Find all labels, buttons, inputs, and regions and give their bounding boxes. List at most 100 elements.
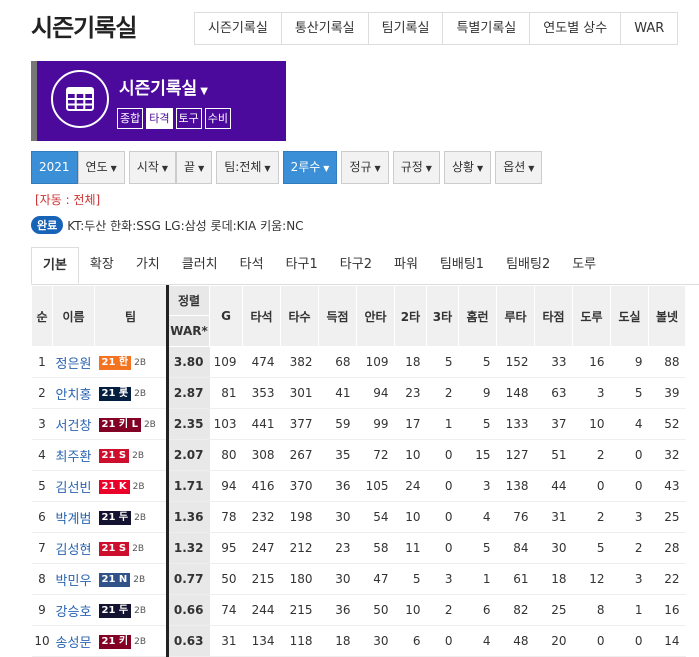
war-cell: 0.66 xyxy=(166,594,210,626)
stat-cell: 9 xyxy=(458,377,497,409)
stat-cell: 59 xyxy=(318,408,357,440)
col-header-hr[interactable]: 홈런 xyxy=(458,285,497,347)
player-name-link[interactable]: 송성문 xyxy=(52,625,95,657)
year-dropdown[interactable]: 연도 ▼ xyxy=(77,151,125,184)
player-name-link[interactable]: 박민우 xyxy=(52,563,95,595)
season-type-dropdown[interactable]: 정규 ▼ xyxy=(341,151,389,184)
category-pitch-button[interactable]: 토구 xyxy=(175,108,202,129)
qualified-dropdown[interactable]: 규정 ▼ xyxy=(392,151,440,184)
stat-cell: 23 xyxy=(318,532,357,564)
player-name-link[interactable]: 김선빈 xyxy=(52,470,95,502)
category-fielding-button[interactable]: 수비 xyxy=(204,108,231,129)
caret-down-icon: ▼ xyxy=(200,86,208,97)
table-row: 4 최주환 21 S 2B 2.07 80 308 267 35 72 10 0 15 127 51 2 0 32 xyxy=(31,439,686,471)
stat-cell: 474 xyxy=(242,346,281,378)
top-tab-career[interactable]: 통산기록실 xyxy=(280,12,368,45)
col-header-rbi[interactable]: 타점 xyxy=(534,285,573,347)
position-label: 2B xyxy=(132,544,145,554)
stat-cell: 28 xyxy=(648,532,686,564)
tab-power[interactable]: 파워 xyxy=(383,247,429,284)
rank-cell: 9 xyxy=(31,594,53,626)
table-icon xyxy=(51,70,109,128)
stat-subtabs: 기본 확장 가치 클러치 타석 타구1 타구2 파워 팀배팅1 팀배팅2 도루 xyxy=(31,247,699,285)
tab-batted-ball-1[interactable]: 타구1 xyxy=(275,247,329,284)
stat-cell: 76 xyxy=(496,501,535,533)
stat-cell: 103 xyxy=(209,408,243,440)
col-header-cs[interactable]: 도실 xyxy=(610,285,649,347)
category-batting-button[interactable]: 타격 xyxy=(146,108,173,129)
col-header-pa[interactable]: 타석 xyxy=(242,285,281,347)
tab-team-batting-1[interactable]: 팀배팅1 xyxy=(429,247,495,284)
stat-cell: 0 xyxy=(426,625,459,657)
top-tab-team[interactable]: 팀기록실 xyxy=(367,12,443,45)
col-header-hits[interactable]: 안타 xyxy=(356,285,395,347)
stat-cell: 3 xyxy=(610,563,649,595)
player-name-link[interactable]: 최주환 xyxy=(52,439,95,471)
position-dropdown[interactable]: 2루수 ▼ xyxy=(282,151,338,184)
war-cell: 0.63 xyxy=(166,625,210,657)
col-header-name[interactable]: 이름 xyxy=(52,285,95,347)
col-header-g[interactable]: G xyxy=(209,285,243,347)
col-header-sb[interactable]: 도루 xyxy=(572,285,611,347)
team-cell: 21 K 2B xyxy=(94,470,168,502)
top-tab-war[interactable]: WAR xyxy=(620,12,679,45)
tab-value[interactable]: 가치 xyxy=(125,247,171,284)
stat-cell: 301 xyxy=(280,377,319,409)
category-total-button[interactable]: 종합 xyxy=(117,108,144,129)
start-dropdown[interactable]: 시작 ▼ xyxy=(128,151,177,184)
sort-header[interactable]: 정렬 xyxy=(166,285,210,316)
year-value-button[interactable]: 2021 xyxy=(31,151,78,184)
top-tab-yearly-constants[interactable]: 연도별 상수 xyxy=(529,12,621,45)
stat-cell: 82 xyxy=(496,594,535,626)
player-name-link[interactable]: 서건창 xyxy=(52,408,95,440)
banner-dropdown[interactable]: 시즌기록실 ▼ xyxy=(119,74,208,99)
stat-cell: 148 xyxy=(496,377,535,409)
player-name-link[interactable]: 안치홍 xyxy=(52,377,95,409)
top-tab-special[interactable]: 특별기록실 xyxy=(442,12,530,45)
war-cell: 1.32 xyxy=(166,532,210,564)
stat-cell: 47 xyxy=(356,563,395,595)
player-name-link[interactable]: 정은원 xyxy=(52,346,95,378)
col-header-2b[interactable]: 2타 xyxy=(394,285,427,347)
tab-basic[interactable]: 기본 xyxy=(31,247,79,284)
player-name-link[interactable]: 김성현 xyxy=(52,532,95,564)
stat-cell: 14 xyxy=(648,625,686,657)
end-dropdown[interactable]: 끝 ▼ xyxy=(176,151,213,184)
rank-cell: 5 xyxy=(31,470,53,502)
col-header-runs[interactable]: 득점 xyxy=(318,285,357,347)
tab-plate-appearance[interactable]: 타석 xyxy=(229,247,275,284)
stat-cell: 382 xyxy=(280,346,319,378)
stat-cell: 2 xyxy=(572,501,611,533)
position-label: 2B xyxy=(132,482,145,492)
col-header-ab[interactable]: 타수 xyxy=(280,285,319,347)
stat-cell: 4 xyxy=(610,408,649,440)
stat-cell: 25 xyxy=(648,501,686,533)
situation-dropdown[interactable]: 상황 ▼ xyxy=(443,151,492,184)
team-badge: 21 S xyxy=(98,449,130,463)
tab-extended[interactable]: 확장 xyxy=(79,247,125,284)
col-header-rank[interactable]: 순 xyxy=(31,285,53,347)
col-header-team[interactable]: 팀 xyxy=(94,285,168,347)
player-name-link[interactable]: 박계범 xyxy=(52,501,95,533)
col-header-bb[interactable]: 볼넷 xyxy=(648,285,686,347)
position-label: 2B xyxy=(134,358,147,368)
col-header-tb[interactable]: 루타 xyxy=(496,285,535,347)
col-header-war[interactable]: WAR* xyxy=(166,315,210,347)
position-dropdown-label: 2루수 xyxy=(290,160,321,174)
table-row: 5 김선빈 21 K 2B 1.71 94 416 370 36 105 24 0 3 138 44 0 0 43 xyxy=(31,470,686,502)
caret-down-icon: ▼ xyxy=(264,164,271,173)
team-dropdown[interactable]: 팀:전체 ▼ xyxy=(216,151,279,184)
tab-stolen-base[interactable]: 도루 xyxy=(561,247,607,284)
stat-cell: 18 xyxy=(394,346,427,378)
caret-down-icon: ▼ xyxy=(425,164,432,173)
banner-category-buttons: 종합 타격 토구 수비 xyxy=(117,108,231,129)
options-dropdown[interactable]: 옵션 ▼ xyxy=(495,151,543,184)
caret-down-icon: ▼ xyxy=(110,164,117,173)
top-tab-season[interactable]: 시즌기록실 xyxy=(194,12,281,45)
tab-team-batting-2[interactable]: 팀배팅2 xyxy=(495,247,561,284)
tab-batted-ball-2[interactable]: 타구2 xyxy=(329,247,383,284)
tab-clutch[interactable]: 클러치 xyxy=(171,247,229,284)
player-name-link[interactable]: 강승호 xyxy=(52,594,95,626)
stat-cell: 31 xyxy=(209,625,243,657)
col-header-3b[interactable]: 3타 xyxy=(426,285,459,347)
